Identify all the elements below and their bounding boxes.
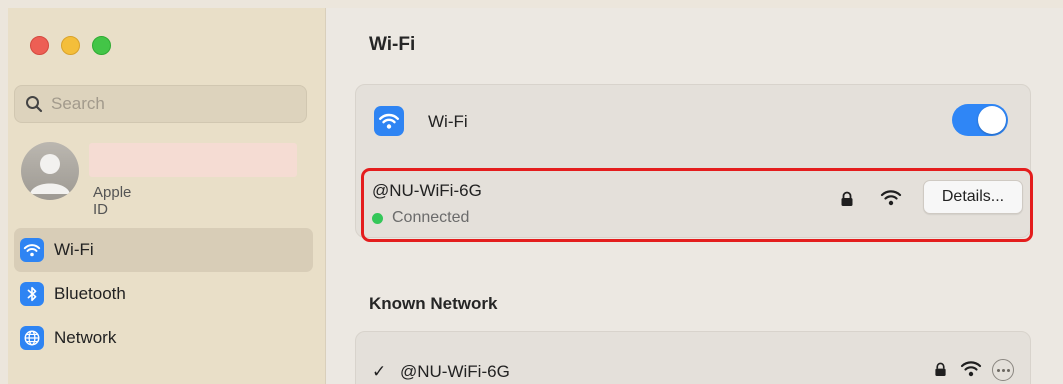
apple-id-label: Apple ID bbox=[93, 184, 132, 218]
search-field[interactable]: Search bbox=[14, 85, 307, 123]
sidebar-nav: Wi-Fi Bluetooth Network bbox=[14, 228, 313, 360]
redacted-name bbox=[89, 143, 297, 177]
highlight-box bbox=[361, 168, 1033, 242]
avatar bbox=[21, 142, 79, 200]
window-controls bbox=[30, 36, 111, 55]
wifi-signal-icon bbox=[960, 361, 982, 377]
bluetooth-icon bbox=[20, 282, 44, 306]
checkmark-icon: ✓ bbox=[372, 362, 387, 381]
wifi-icon bbox=[374, 106, 404, 136]
wifi-toggle-label: Wi-Fi bbox=[428, 112, 468, 131]
search-placeholder: Search bbox=[51, 94, 105, 113]
wifi-toggle-row: Wi-Fi bbox=[356, 85, 1030, 161]
main-pane: Wi-Fi Wi-Fi @NU-WiFi-6G Connected Detail… bbox=[326, 8, 1063, 384]
sidebar-item-label: Wi-Fi bbox=[54, 240, 94, 259]
wifi-icon bbox=[20, 238, 44, 262]
toggle-knob bbox=[978, 106, 1006, 134]
known-networks-list: ✓ @NU-WiFi-6G bbox=[355, 331, 1031, 384]
sidebar: Search Apple ID Wi-Fi Bluetooth Network bbox=[8, 8, 326, 384]
more-options-icon[interactable] bbox=[992, 359, 1014, 381]
sidebar-item-label: Network bbox=[54, 328, 117, 347]
known-networks-heading: Known Network bbox=[369, 294, 498, 313]
zoom-window-button[interactable] bbox=[92, 36, 111, 55]
person-icon bbox=[30, 154, 70, 194]
sidebar-item-wifi[interactable]: Wi-Fi bbox=[14, 228, 313, 272]
minimize-window-button[interactable] bbox=[61, 36, 80, 55]
page-title: Wi-Fi bbox=[369, 34, 416, 55]
sidebar-item-bluetooth[interactable]: Bluetooth bbox=[14, 272, 313, 316]
globe-icon bbox=[20, 326, 44, 350]
wifi-toggle[interactable] bbox=[952, 104, 1008, 136]
sidebar-item-label: Bluetooth bbox=[54, 284, 126, 303]
lock-icon bbox=[935, 362, 946, 376]
search-icon bbox=[26, 96, 43, 113]
sidebar-item-network[interactable]: Network bbox=[14, 316, 313, 360]
known-network-name: @NU-WiFi-6G bbox=[400, 362, 510, 381]
close-window-button[interactable] bbox=[30, 36, 49, 55]
settings-window: Search Apple ID Wi-Fi Bluetooth Network … bbox=[8, 8, 1063, 384]
